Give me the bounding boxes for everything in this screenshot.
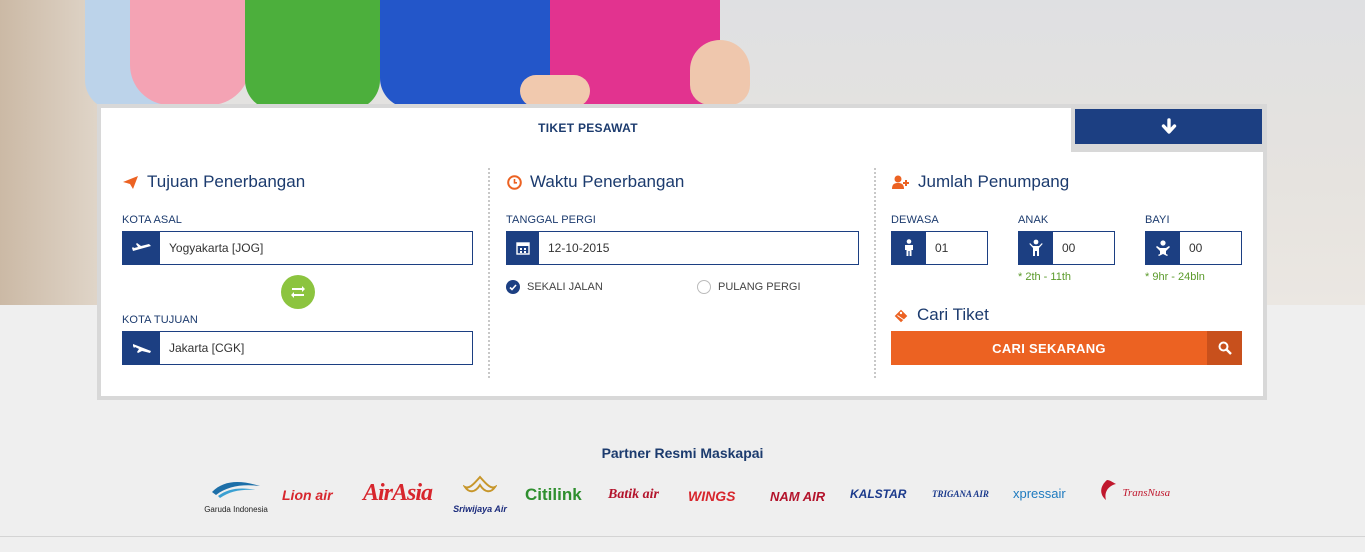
- infant-label: BAYI: [1145, 214, 1170, 226]
- child-age-note: * 2th - 11th: [1018, 271, 1071, 283]
- partner-logo-citilink: Citilink: [525, 485, 582, 504]
- adult-count-value: 01: [935, 241, 949, 255]
- infant-count-value: 00: [1189, 241, 1203, 255]
- search-now-button[interactable]: CARI SEKARANG: [891, 331, 1242, 365]
- radio-unchecked-icon: [697, 280, 711, 294]
- route-section: Tujuan Penerbangan: [122, 172, 305, 192]
- add-user-icon: [892, 175, 909, 189]
- flight-search-card: TIKET PESAWAT Tujuan Penerbangan KOTA AS…: [97, 104, 1267, 400]
- infant-age-note: * 9hr - 24bln: [1145, 271, 1205, 283]
- partner-logo-lion: Lion air: [282, 487, 333, 503]
- passenger-section: Jumlah Penumpang: [892, 172, 1069, 192]
- partner-logo-garuda: Garuda Indonesia: [200, 478, 272, 514]
- garuda-logo-icon: [212, 482, 260, 498]
- collapse-toggle-button[interactable]: [1075, 109, 1262, 144]
- partner-logo-trigana: TRIGANA AIR: [932, 489, 989, 499]
- partner-logo-airasia: AirAsia: [363, 480, 433, 506]
- radio-round-trip[interactable]: PULANG PERGI: [697, 280, 801, 294]
- destination-value: Jakarta [CGK]: [169, 341, 245, 355]
- swap-cities-button[interactable]: [281, 275, 315, 309]
- tab-bar: TIKET PESAWAT: [101, 108, 1263, 152]
- arrow-down-icon: [1161, 117, 1176, 134]
- schedule-title: Waktu Penerbangan: [530, 172, 685, 191]
- partner-logo-xpressair: xpressair: [1013, 486, 1066, 501]
- swap-icon: [291, 286, 305, 298]
- paper-plane-icon: [123, 175, 138, 189]
- departure-date-value: 12-10-2015: [548, 241, 610, 255]
- plane-landing-icon: [132, 344, 151, 353]
- partner-logos: Garuda Indonesia Lion air AirAsia Sriwij…: [200, 475, 1170, 520]
- hero-person: [130, 0, 250, 105]
- hero-hand: [690, 40, 750, 105]
- hero-person: [245, 0, 380, 110]
- infant-count-field[interactable]: 00: [1145, 231, 1242, 265]
- radio-checked-icon: [506, 280, 520, 294]
- partner-logo-wings: WINGS: [688, 488, 736, 504]
- origin-value: Yogyakarta [JOG]: [169, 241, 264, 255]
- date-label: TANGGAL PERGI: [506, 214, 596, 226]
- partner-logo-kalstar: KALSTAR: [850, 487, 907, 501]
- radio-one-way-label: SEKALI JALAN: [527, 281, 603, 293]
- child-count-field[interactable]: 00: [1018, 231, 1115, 265]
- departure-date-field[interactable]: 12-10-2015: [506, 231, 859, 265]
- child-label: ANAK: [1018, 214, 1049, 226]
- calendar-icon: [516, 242, 530, 255]
- tab-flight-ticket[interactable]: TIKET PESAWAT: [101, 108, 1075, 148]
- adult-count-field[interactable]: 01: [891, 231, 988, 265]
- partner-logo-namair: NAM AIR: [770, 489, 826, 504]
- plane-takeoff-icon: [131, 243, 151, 251]
- radio-one-way[interactable]: SEKALI JALAN: [506, 280, 603, 294]
- origin-field[interactable]: Yogyakarta [JOG]: [122, 231, 473, 265]
- column-divider: [488, 168, 490, 378]
- destination-label: KOTA TUJUAN: [122, 314, 198, 326]
- partner-logo-batik: Batik air: [608, 487, 659, 502]
- route-title: Tujuan Penerbangan: [147, 172, 306, 191]
- child-count-value: 00: [1062, 241, 1076, 255]
- passenger-title: Jumlah Penumpang: [918, 172, 1070, 191]
- tab-toggle-frame: [1071, 108, 1263, 152]
- adult-icon: [905, 239, 913, 256]
- search-now-label: CARI SEKARANG: [992, 340, 1106, 356]
- schedule-section: Waktu Penerbangan: [507, 172, 684, 192]
- destination-field[interactable]: Jakarta [CGK]: [122, 331, 473, 365]
- search-section-title: Cari Tiket: [892, 305, 989, 325]
- clock-icon: [507, 174, 522, 190]
- sriwijaya-logo-icon: [462, 475, 498, 493]
- ticket-icon: [893, 308, 909, 323]
- partner-logo-transnusa: TransNusa: [1096, 478, 1170, 507]
- adult-label: DEWASA: [891, 214, 939, 226]
- partners-title: Partner Resmi Maskapai: [601, 445, 764, 461]
- hero-hands: [520, 75, 590, 107]
- search-title: Cari Tiket: [917, 305, 989, 324]
- radio-round-trip-label: PULANG PERGI: [718, 281, 801, 293]
- partner-logo-sriwijaya: Sriwijaya Air: [450, 475, 510, 514]
- origin-label: KOTA ASAL: [122, 214, 183, 226]
- footer-divider: [0, 536, 1365, 537]
- transnusa-logo-icon: [1101, 480, 1116, 500]
- child-icon: [1029, 239, 1043, 256]
- infant-icon: [1156, 240, 1170, 256]
- column-divider: [874, 168, 876, 378]
- search-icon: [1218, 341, 1232, 355]
